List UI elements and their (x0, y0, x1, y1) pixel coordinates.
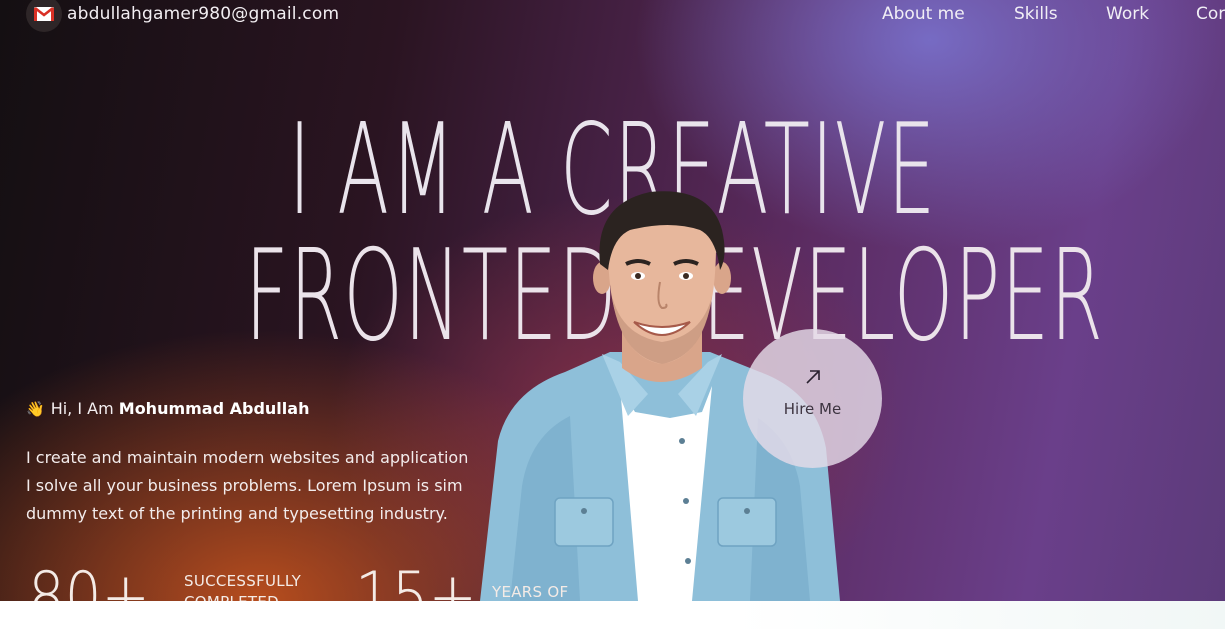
gmail-icon[interactable] (26, 0, 62, 32)
nav-skills[interactable]: Skills (1014, 4, 1058, 24)
stat-projects-label-line-1: SUCCESSFULLY (184, 572, 302, 590)
greeting-prefix: Hi, I Am (50, 399, 114, 418)
wave-icon: 👋 (26, 400, 45, 418)
hire-me-button[interactable]: Hire Me (743, 329, 882, 468)
description-line-2: I solve all your business problems. Lore… (26, 476, 463, 495)
greeting-name: Mohummad Abdullah (118, 399, 310, 418)
stat-years-number: 15+ (355, 558, 477, 601)
stat-projects-number: 80+ (28, 558, 150, 601)
intro-description: I create and maintain modern websites an… (26, 444, 506, 528)
hire-me-label: Hire Me (783, 400, 842, 418)
arrow-up-right-icon (806, 370, 820, 384)
next-section-edge (0, 601, 1225, 629)
stat-projects-label-line-2: COMPLETED (184, 592, 301, 601)
stat-years-label: YEARS OF (492, 582, 568, 601)
description-line-3: dummy text of the printing and typesetti… (26, 504, 448, 523)
nav-about-me[interactable]: About me (882, 4, 965, 24)
greeting: 👋 Hi, I Am Mohummad Abdullah (26, 399, 309, 418)
contact-email-link[interactable]: abdullahgamer980@gmail.com (67, 4, 339, 24)
nav-work[interactable]: Work (1106, 4, 1149, 24)
nav-contact[interactable]: Cor (1196, 4, 1225, 24)
description-line-1: I create and maintain modern websites an… (26, 448, 469, 467)
stat-projects-label: SUCCESSFULLY COMPLETED (184, 571, 301, 601)
hero-section: abdullahgamer980@gmail.com About me Skil… (0, 0, 1225, 601)
stat-years-label-line-1: YEARS OF (492, 583, 569, 601)
